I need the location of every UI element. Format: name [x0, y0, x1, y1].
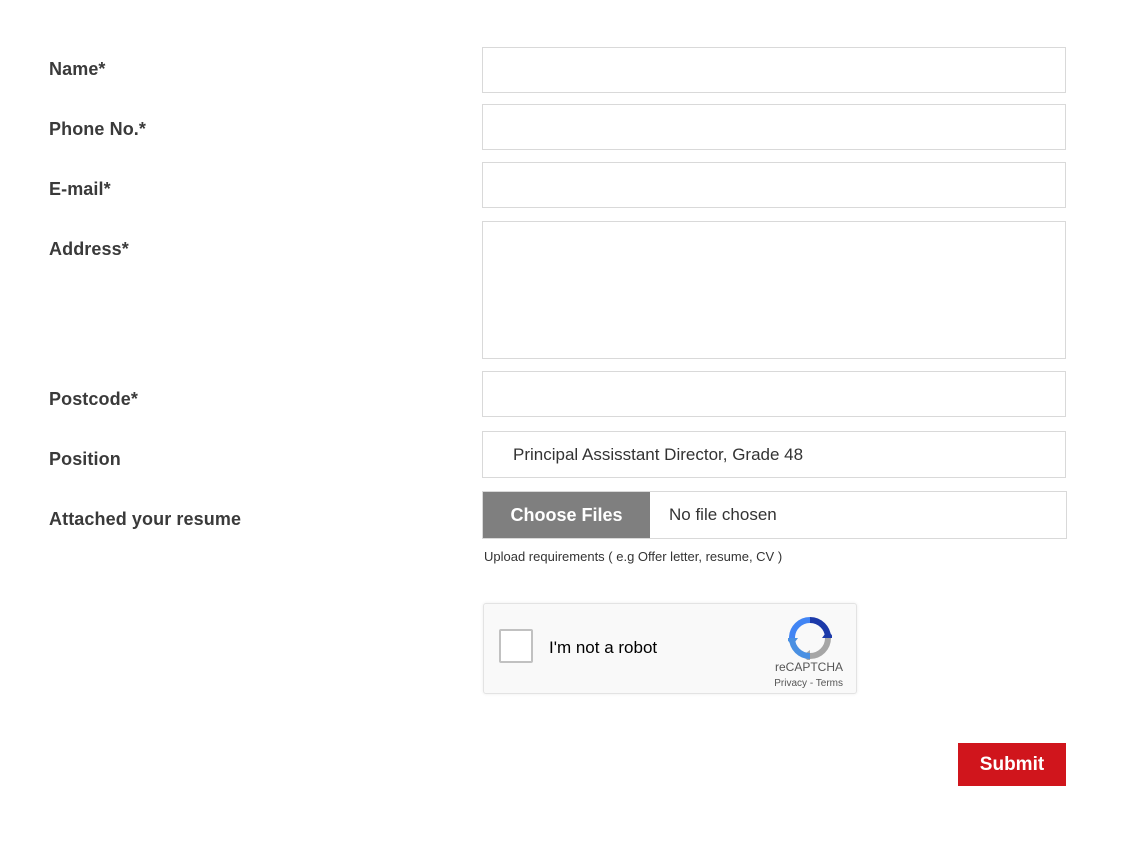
email-field-wrapper [482, 162, 1066, 208]
postcode-input[interactable] [483, 372, 1065, 416]
resume-label: Attached your resume [49, 509, 242, 529]
address-field-wrapper [482, 221, 1066, 359]
phone-label: Phone No.* [49, 119, 147, 139]
email-label: E-mail* [49, 179, 111, 199]
recaptcha-widget: I'm not a robot reCAPTCHA Privacy - Term… [483, 603, 857, 694]
phone-field-wrapper [482, 104, 1066, 150]
choose-files-button[interactable]: Choose Files [483, 492, 650, 538]
recaptcha-terms-link[interactable]: Terms [816, 678, 843, 689]
phone-input[interactable] [483, 105, 1065, 149]
postcode-label: Postcode* [49, 389, 138, 409]
submit-button[interactable]: Submit [958, 743, 1066, 786]
name-field-wrapper [482, 47, 1066, 93]
position-input[interactable] [483, 432, 1065, 477]
position-label: Position [49, 449, 121, 469]
recaptcha-brand: reCAPTCHA [774, 660, 843, 674]
resume-file-input[interactable]: Choose Files No file chosen [482, 491, 1067, 539]
recaptcha-privacy-link[interactable]: Privacy [774, 678, 807, 689]
recaptcha-links: Privacy - Terms [774, 678, 843, 689]
name-input[interactable] [483, 48, 1065, 92]
upload-requirements-text: Upload requirements ( e.g Offer letter, … [484, 549, 783, 564]
name-label: Name* [49, 59, 106, 79]
no-file-chosen-text: No file chosen [669, 505, 777, 524]
recaptcha-logo-icon [788, 617, 832, 660]
address-textarea[interactable] [483, 222, 1065, 358]
postcode-field-wrapper [482, 371, 1066, 417]
recaptcha-label: I'm not a robot [549, 638, 658, 657]
position-field-wrapper [482, 431, 1066, 478]
address-label: Address* [49, 239, 129, 259]
email-input[interactable] [483, 163, 1065, 207]
recaptcha-checkbox[interactable] [499, 629, 533, 663]
recaptcha-links-separator: - [807, 678, 816, 689]
